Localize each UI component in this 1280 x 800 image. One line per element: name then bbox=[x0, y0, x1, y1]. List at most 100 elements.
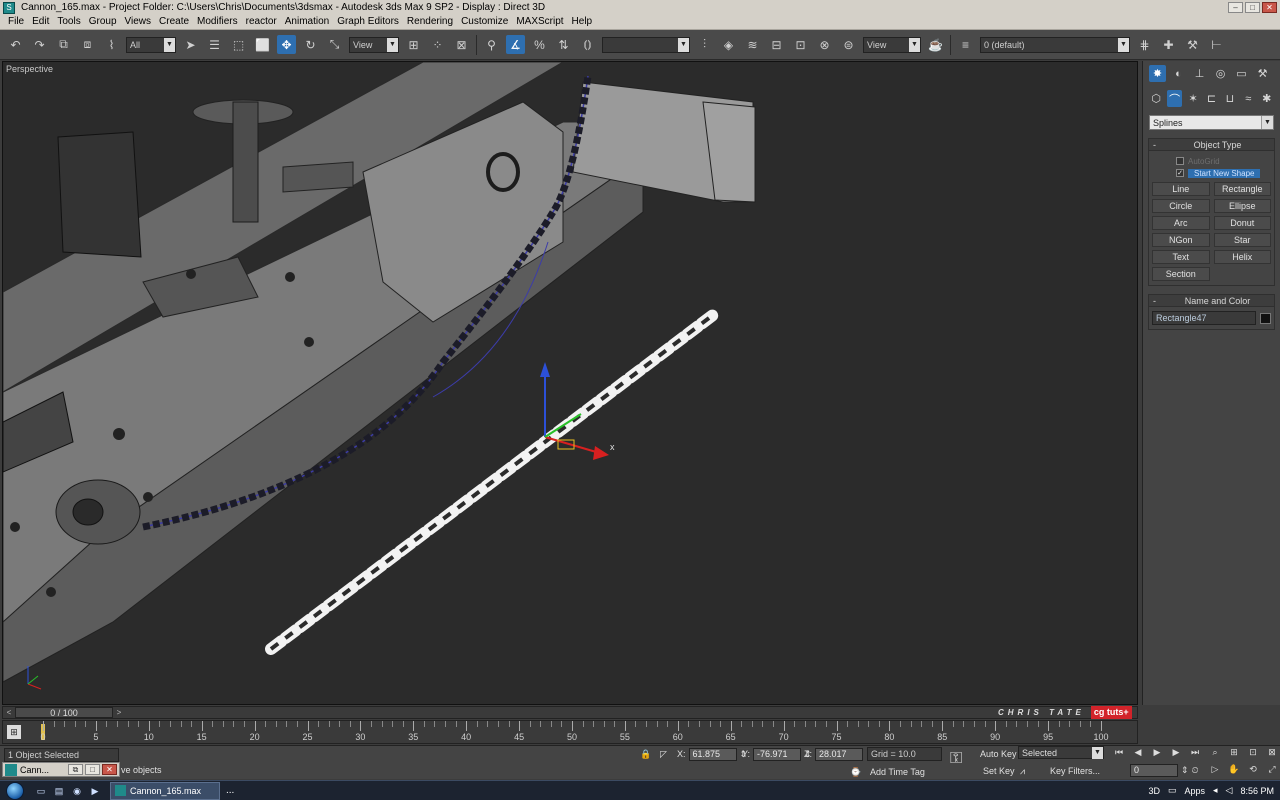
redo-icon[interactable]: ↷ bbox=[30, 35, 49, 54]
percent-snap-icon[interactable]: % bbox=[530, 35, 549, 54]
mirror-icon[interactable]: ⫶ bbox=[695, 35, 714, 54]
perspective-viewport[interactable]: x Perspective bbox=[2, 61, 1138, 705]
window-crossing-icon[interactable]: ⬜ bbox=[253, 35, 272, 54]
minimize-button[interactable]: – bbox=[1228, 2, 1243, 13]
motion-tab-icon[interactable]: ◎ bbox=[1212, 65, 1229, 82]
app-icon[interactable]: S bbox=[3, 1, 15, 14]
set-current-layer-icon[interactable]: ⊢ bbox=[1207, 35, 1226, 54]
media-player-icon[interactable]: ▶ bbox=[88, 784, 102, 798]
helix-button[interactable]: Helix bbox=[1213, 250, 1271, 264]
next-frame-arrow-icon[interactable]: > bbox=[113, 708, 125, 717]
selection-filter-dropdown[interactable]: All ▼ bbox=[126, 36, 176, 53]
layer-manager-icon[interactable]: ≋ bbox=[743, 35, 762, 54]
menu-create[interactable]: Create bbox=[155, 15, 193, 29]
unlink-icon[interactable]: ⧈ bbox=[78, 35, 97, 54]
key-mode-dropdown[interactable]: Selected ▼ bbox=[1018, 746, 1104, 759]
pivot-center-icon[interactable]: ⊞ bbox=[404, 35, 423, 54]
menu-graph-editors[interactable]: Graph Editors bbox=[333, 15, 403, 29]
current-frame-field[interactable]: 0 bbox=[1130, 764, 1178, 777]
menu-views[interactable]: Views bbox=[121, 15, 156, 29]
zoom-icon[interactable]: ⌕ bbox=[1208, 746, 1222, 759]
tray-apps-label[interactable]: Apps bbox=[1185, 786, 1206, 796]
object-type-header[interactable]: - Object Type bbox=[1149, 139, 1274, 151]
circle-button[interactable]: Circle bbox=[1152, 199, 1210, 213]
shape-category-dropdown[interactable]: Splines ▼ bbox=[1149, 115, 1274, 130]
time-slider-thumb[interactable]: 0 / 100 bbox=[15, 707, 113, 718]
tray-network-icon[interactable]: ▭ bbox=[1168, 785, 1177, 796]
select-in-layer-icon[interactable]: ⚒ bbox=[1183, 35, 1202, 54]
render-setup-icon[interactable]: ⊜ bbox=[839, 35, 858, 54]
maximize-viewport-icon[interactable]: ⤢ bbox=[1265, 763, 1279, 776]
zoom-extents-all-icon[interactable]: ⊠ bbox=[1265, 746, 1279, 759]
key-mode-icon[interactable]: ⩘ bbox=[1020, 764, 1025, 778]
menu-help[interactable]: Help bbox=[568, 15, 597, 29]
helpers-icon[interactable]: ⊔ bbox=[1223, 90, 1237, 107]
material-editor-icon[interactable]: ⊗ bbox=[815, 35, 834, 54]
zoom-all-icon[interactable]: ⊞ bbox=[1227, 746, 1241, 759]
manipulate-icon[interactable]: ⁘ bbox=[428, 35, 447, 54]
menu-file[interactable]: File bbox=[4, 15, 28, 29]
menu-customize[interactable]: Customize bbox=[457, 15, 512, 29]
geometry-icon[interactable]: ⬡ bbox=[1149, 90, 1163, 107]
render-view-dropdown[interactable]: View ▼ bbox=[863, 36, 921, 53]
section-button[interactable]: Section bbox=[1152, 267, 1210, 281]
object-color-swatch[interactable] bbox=[1260, 312, 1271, 324]
show-desktop-icon[interactable]: ▭ bbox=[34, 784, 48, 798]
select-by-name-icon[interactable]: ☰ bbox=[205, 35, 224, 54]
taskbar-3dsmax-button[interactable]: Cannon_165.max bbox=[110, 781, 220, 800]
maxscript-listener-minimized[interactable]: Cann... ⧉ □ ✕ bbox=[2, 762, 120, 777]
gizmo-z-arrow[interactable] bbox=[540, 362, 550, 377]
maximize-button[interactable]: □ bbox=[1245, 2, 1260, 13]
select-object-icon[interactable]: ➤ bbox=[181, 35, 200, 54]
autogrid-checkbox[interactable]: AutoGrid bbox=[1152, 155, 1271, 167]
taskbar-overflow[interactable]: ... bbox=[226, 785, 234, 796]
layer-dropdown[interactable]: 0 (default) ▼ bbox=[980, 36, 1130, 53]
move-icon[interactable]: ✥ bbox=[277, 35, 296, 54]
gizmo-x-arrow[interactable] bbox=[593, 446, 609, 460]
ngon-button[interactable]: NGon bbox=[1152, 233, 1210, 247]
ellipse-button[interactable]: Ellipse bbox=[1213, 199, 1271, 213]
orbit-icon[interactable]: ⟲ bbox=[1246, 763, 1260, 776]
set-key-icon[interactable]: ⚿ bbox=[950, 750, 962, 767]
bind-space-warp-icon[interactable]: ⌇ bbox=[102, 35, 121, 54]
track-bar[interactable]: ⊞ 0 5 10 15 20 25 30 35 40 45 50 55 60 65 70 75 80 85 90 95… bbox=[2, 720, 1138, 744]
absolute-mode-icon[interactable]: ◸ bbox=[660, 747, 667, 761]
time-tag-icon[interactable]: ⌚ bbox=[850, 765, 861, 779]
menu-modifiers[interactable]: Modifiers bbox=[193, 15, 242, 29]
menu-rendering[interactable]: Rendering bbox=[403, 15, 457, 29]
previous-frame-icon[interactable]: ◀ bbox=[1131, 746, 1145, 759]
zoom-extents-icon[interactable]: ⊡ bbox=[1246, 746, 1260, 759]
create-tab-icon[interactable]: ✸ bbox=[1149, 65, 1166, 82]
schematic-view-icon[interactable]: ⊡ bbox=[791, 35, 810, 54]
menu-group[interactable]: Group bbox=[85, 15, 121, 29]
name-and-color-header[interactable]: - Name and Color bbox=[1149, 295, 1274, 307]
named-selection-dropdown[interactable]: ▼ bbox=[602, 36, 690, 53]
select-and-link-icon[interactable]: ⧉ bbox=[54, 35, 73, 54]
reference-coordinate-dropdown[interactable]: View ▼ bbox=[349, 36, 399, 53]
z-coordinate-field[interactable]: 28.017 bbox=[815, 747, 863, 761]
mini-curve-editor-icon[interactable]: ⊞ bbox=[7, 725, 21, 739]
systems-icon[interactable]: ✱ bbox=[1260, 90, 1274, 107]
lock-selection-icon[interactable]: 🔒 bbox=[640, 747, 651, 761]
key-filters-button[interactable]: Key Filters... bbox=[1050, 764, 1100, 778]
undo-icon[interactable]: ↶ bbox=[6, 35, 25, 54]
viewport-label[interactable]: Perspective bbox=[6, 64, 53, 74]
spinner-snap-icon[interactable]: ⇅ bbox=[554, 35, 573, 54]
browser-icon[interactable]: ◉ bbox=[70, 784, 84, 798]
edit-named-selection-icon[interactable]: ⦅⦆ bbox=[578, 35, 597, 54]
shapes-icon[interactable]: ⌒ bbox=[1167, 90, 1182, 107]
space-warps-icon[interactable]: ≈ bbox=[1241, 90, 1255, 107]
line-button[interactable]: Line bbox=[1152, 182, 1210, 196]
hierarchy-tab-icon[interactable]: ⊥ bbox=[1191, 65, 1208, 82]
star-button[interactable]: Star bbox=[1213, 233, 1271, 247]
set-key-button[interactable]: Set Key bbox=[983, 764, 1015, 778]
maximize-button[interactable]: □ bbox=[85, 764, 100, 775]
create-layer-icon[interactable]: ⋕ bbox=[1135, 35, 1154, 54]
keyboard-shortcut-override-icon[interactable]: ⊠ bbox=[452, 35, 471, 54]
start-button[interactable] bbox=[0, 781, 30, 800]
utilities-tab-icon[interactable]: ⚒ bbox=[1254, 65, 1271, 82]
next-frame-icon[interactable]: ▶ bbox=[1169, 746, 1183, 759]
pan-icon[interactable]: ✋ bbox=[1227, 763, 1241, 776]
modify-tab-icon[interactable]: ◐ bbox=[1170, 65, 1187, 82]
go-to-start-icon[interactable]: ⏮ bbox=[1112, 746, 1126, 759]
